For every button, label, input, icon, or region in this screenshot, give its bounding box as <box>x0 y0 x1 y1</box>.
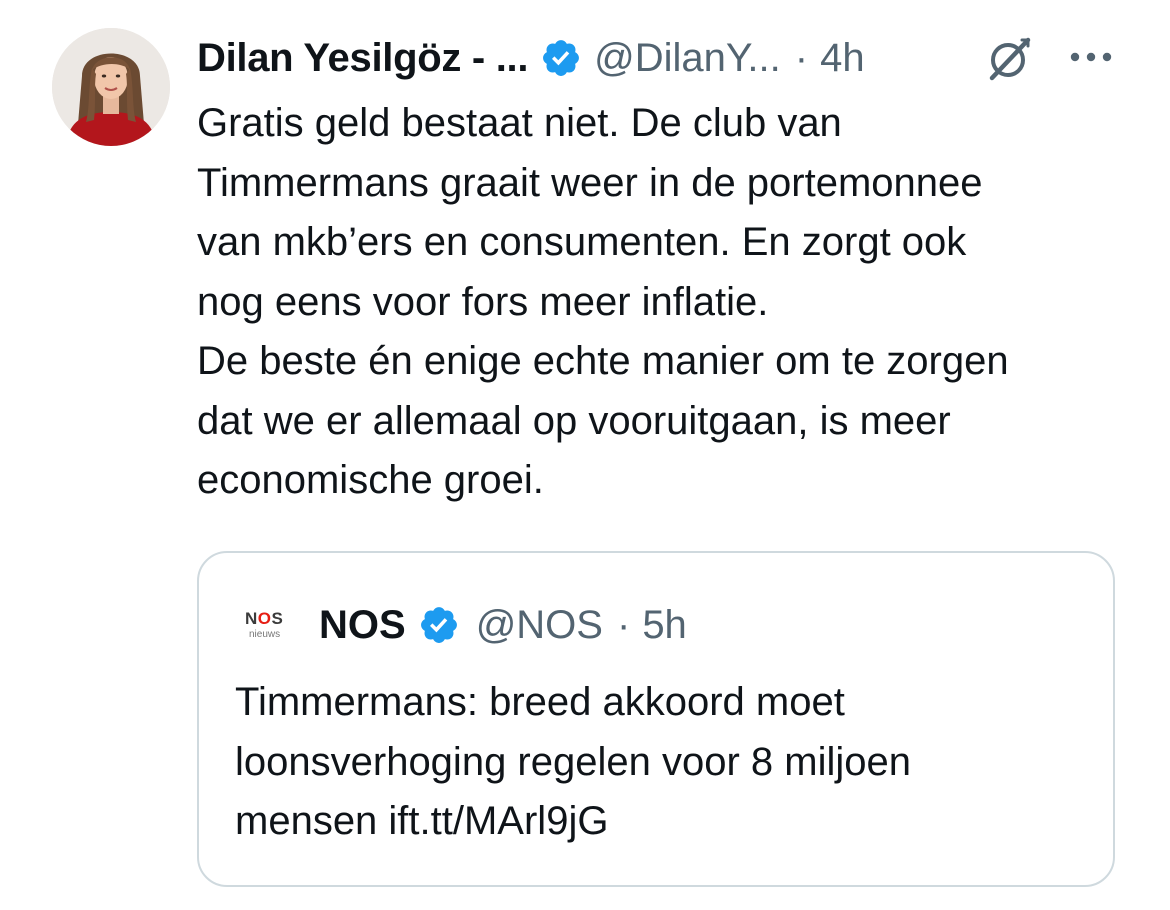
avatar[interactable] <box>52 28 170 146</box>
quoted-author-handle[interactable]: @NOS <box>476 603 603 648</box>
nos-logo[interactable]: NOS nieuws <box>243 599 295 651</box>
avatar-photo <box>52 28 170 146</box>
quoted-tweet-text: Timmermans: breed akkoord moet loonsverh… <box>235 673 1095 852</box>
tweet-timestamp[interactable]: 4h <box>820 36 865 81</box>
tweet-text-line: De beste én enige echte manier om te zor… <box>197 339 1009 383</box>
nos-logo-subtitle: nieuws <box>249 629 281 640</box>
author-display-name[interactable]: Dilan Yesilgöz - ... <box>197 36 528 81</box>
quoted-tweet-text-line: Timmermans: breed akkoord moet <box>235 680 845 724</box>
verified-badge-icon <box>540 37 582 79</box>
quoted-tweet-text-line: mensen ift.tt/MArl9jG <box>235 799 609 843</box>
nos-logo-mark: NOS <box>245 609 284 628</box>
author-handle[interactable]: @DilanY... <box>594 36 781 81</box>
more-options-icon[interactable] <box>1068 46 1114 68</box>
quoted-tweet-timestamp[interactable]: 5h <box>642 603 687 648</box>
tweet-text-line: nog eens voor fors meer inflatie. <box>197 279 769 324</box>
tweet-text-line: Gratis geld bestaat niet. De club van <box>197 101 842 145</box>
tweet-text-line: Timmermans graait weer in de portemonnee <box>197 160 983 205</box>
quoted-header-separator: · <box>616 602 631 647</box>
tweet-text-line: economische groei. <box>197 458 544 502</box>
tweet-text-line: dat we er allemaal op vooruitgaan, is me… <box>197 398 951 443</box>
grok-icon[interactable] <box>984 32 1036 84</box>
verified-badge-icon <box>418 604 460 646</box>
quoted-author-display-name[interactable]: NOS <box>319 603 406 648</box>
quoted-tweet-card[interactable]: NOS nieuws NOS @NOS · 5h Timmermans: bre… <box>197 551 1115 887</box>
quoted-tweet-header: NOS nieuws NOS @NOS · 5h <box>243 599 687 651</box>
header-separator: · <box>794 35 809 80</box>
tweet-header: Dilan Yesilgöz - ... @DilanY... · 4h <box>197 30 865 86</box>
tweet[interactable]: Dilan Yesilgöz - ... @DilanY... · 4h Gra… <box>0 0 1170 910</box>
tweet-text: Gratis geld bestaat niet. De club van Ti… <box>197 94 1137 511</box>
quoted-tweet-text-line: loonsverhoging regelen voor 8 miljoen <box>235 739 911 784</box>
tweet-text-line: van mkb’ers en consumenten. En zorgt ook <box>197 220 967 264</box>
